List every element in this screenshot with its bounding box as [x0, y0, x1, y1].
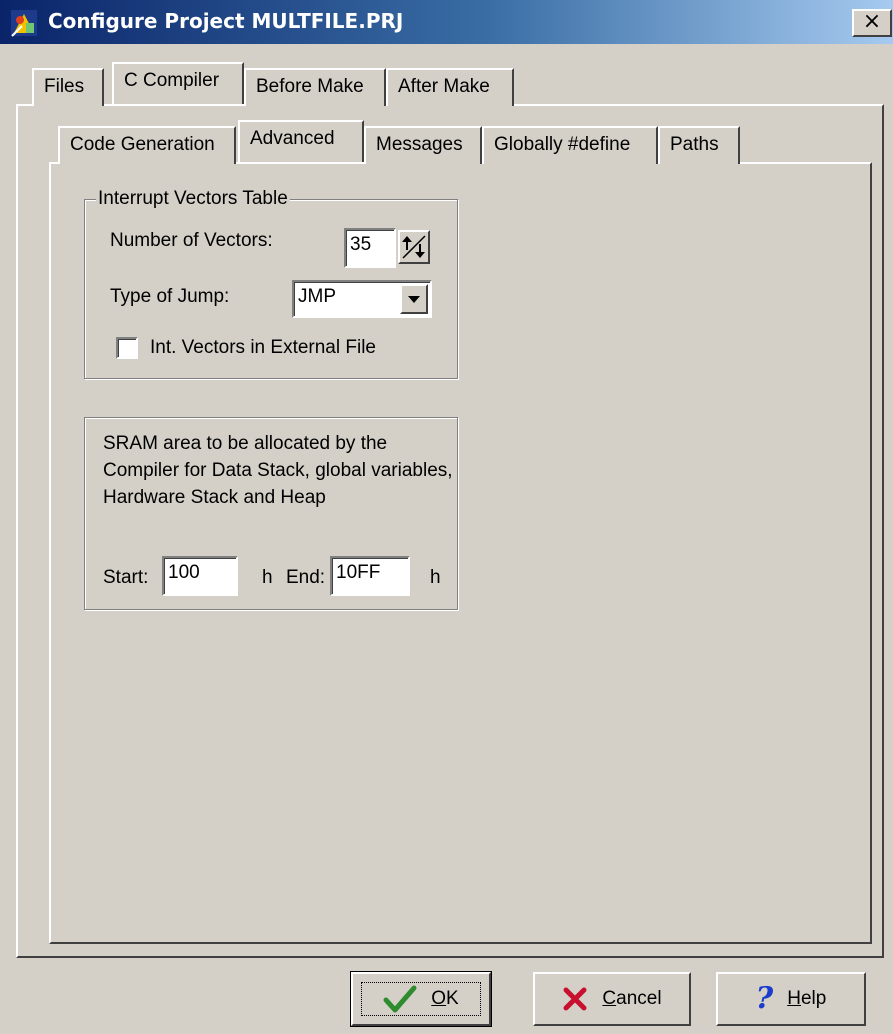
start-label: Start: [103, 567, 149, 588]
help-label: Help [787, 988, 827, 1009]
tab-code-generation[interactable]: Code Generation [58, 126, 236, 164]
tab-label: Before Make [256, 76, 364, 97]
close-button[interactable]: × [852, 9, 892, 37]
up-down-arrows-icon [402, 235, 426, 259]
start-address-input[interactable]: 100 [162, 556, 238, 596]
start-hex-suffix: h [262, 567, 273, 588]
window-title: Configure Project MULTFILE.PRJ [48, 9, 404, 33]
number-of-vectors-label: Number of Vectors: [110, 230, 273, 251]
tab-label: C Compiler [124, 70, 220, 91]
number-of-vectors-input[interactable]: 35 [344, 228, 396, 268]
tab-label: Code Generation [70, 134, 215, 155]
sram-description: SRAM area to be allocated by the Compile… [103, 433, 453, 508]
tab-label: After Make [398, 76, 490, 97]
tab-after-make[interactable]: After Make [386, 68, 514, 106]
tab-before-make[interactable]: Before Make [244, 68, 386, 106]
end-address-input[interactable]: 10FF [330, 556, 410, 596]
tab-label: Files [44, 76, 85, 97]
tab-globally-define[interactable]: Globally #define [482, 126, 658, 164]
tab-paths[interactable]: Paths [658, 126, 740, 164]
type-of-jump-value: JMP [298, 286, 336, 307]
tab-messages[interactable]: Messages [364, 126, 482, 164]
tab-label: Globally #define [494, 134, 631, 155]
tab-files[interactable]: Files [32, 68, 104, 106]
app-icon [11, 10, 37, 37]
title-bar[interactable]: Configure Project MULTFILE.PRJ × [0, 0, 893, 44]
tab-c-compiler[interactable]: C Compiler [112, 62, 244, 104]
focus-rectangle [361, 982, 481, 1016]
type-of-jump-label: Type of Jump: [110, 286, 230, 307]
tab-label: Paths [670, 134, 719, 155]
question-mark-icon: ? [755, 981, 774, 1016]
type-of-jump-dropdown-button[interactable] [400, 284, 428, 314]
interrupt-vectors-group-title: Interrupt Vectors Table [96, 188, 290, 210]
ok-button[interactable]: OK [350, 971, 492, 1027]
end-hex-suffix: h [430, 567, 441, 588]
cancel-label: Cancel [602, 988, 662, 1009]
tab-advanced[interactable]: Advanced [238, 120, 364, 162]
help-button[interactable]: ? Help [716, 972, 866, 1026]
x-cross-icon [563, 987, 587, 1011]
external-file-label: Int. Vectors in External File [150, 337, 376, 358]
end-label: End: [286, 567, 326, 588]
cancel-button[interactable]: Cancel [533, 972, 691, 1026]
chevron-down-icon [408, 296, 420, 303]
tab-label: Advanced [250, 128, 335, 149]
tab-label: Messages [376, 134, 463, 155]
number-of-vectors-spinner[interactable] [398, 230, 430, 264]
external-file-checkbox[interactable] [116, 337, 138, 359]
